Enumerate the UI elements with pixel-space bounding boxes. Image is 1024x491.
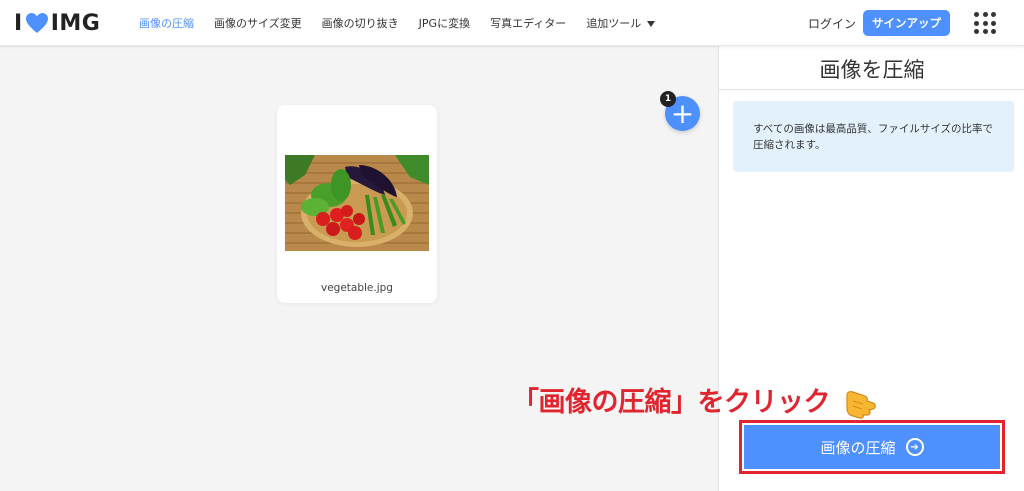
nav-item-more-tools[interactable]: 追加ツール	[586, 15, 656, 31]
heart-icon	[25, 13, 48, 33]
compress-button-label: 画像の圧縮	[820, 438, 896, 457]
apps-grid-icon[interactable]	[974, 12, 996, 34]
sidebar-divider	[719, 89, 1024, 90]
upload-workspace: vegetable.jpg	[0, 46, 718, 491]
file-card[interactable]: vegetable.jpg	[277, 105, 437, 303]
top-navigation-bar: I IMG 画像の圧縮 画像のサイズ変更 画像の切り抜き JPGに変換 写真エデ…	[0, 0, 1024, 46]
nav-item-crop[interactable]: 画像の切り抜き	[322, 15, 399, 31]
sidebar-title: 画像を圧縮	[819, 58, 925, 82]
file-count-badge: 1	[660, 91, 676, 107]
annotation-text: 「画像の圧縮」をクリック	[512, 387, 831, 418]
iloveimg-logo[interactable]: I IMG	[14, 10, 100, 36]
logo-text-img: IMG	[50, 10, 101, 36]
nav-item-resize[interactable]: 画像のサイズ変更	[214, 15, 302, 31]
nav-item-photo-editor[interactable]: 写真エディター	[490, 15, 566, 31]
nav-item-convert-jpg[interactable]: JPGに変換	[419, 15, 470, 31]
compress-images-button[interactable]: 画像の圧縮 ➔	[744, 425, 1000, 469]
nav-item-compress[interactable]: 画像の圧縮	[139, 15, 194, 31]
login-link[interactable]: ログイン	[808, 15, 856, 32]
compression-info-box: すべての画像は最高品質、ファイルサイズの比率で圧縮されます。	[733, 101, 1014, 172]
signup-button[interactable]: サインアップ	[863, 10, 950, 36]
logo-letter-i: I	[14, 10, 23, 36]
more-tools-label: 追加ツール	[586, 17, 642, 30]
file-name: vegetable.jpg	[321, 282, 393, 294]
arrow-right-circle-icon: ➔	[905, 438, 924, 456]
instruction-annotation: 「画像の圧縮」をクリック	[512, 380, 879, 421]
pointing-hand-icon	[846, 390, 876, 419]
file-thumbnail	[285, 155, 429, 251]
caret-down-icon	[647, 21, 656, 27]
main-nav: 画像の圧縮 画像のサイズ変更 画像の切り抜き JPGに変換 写真エディター 追加…	[139, 0, 675, 46]
